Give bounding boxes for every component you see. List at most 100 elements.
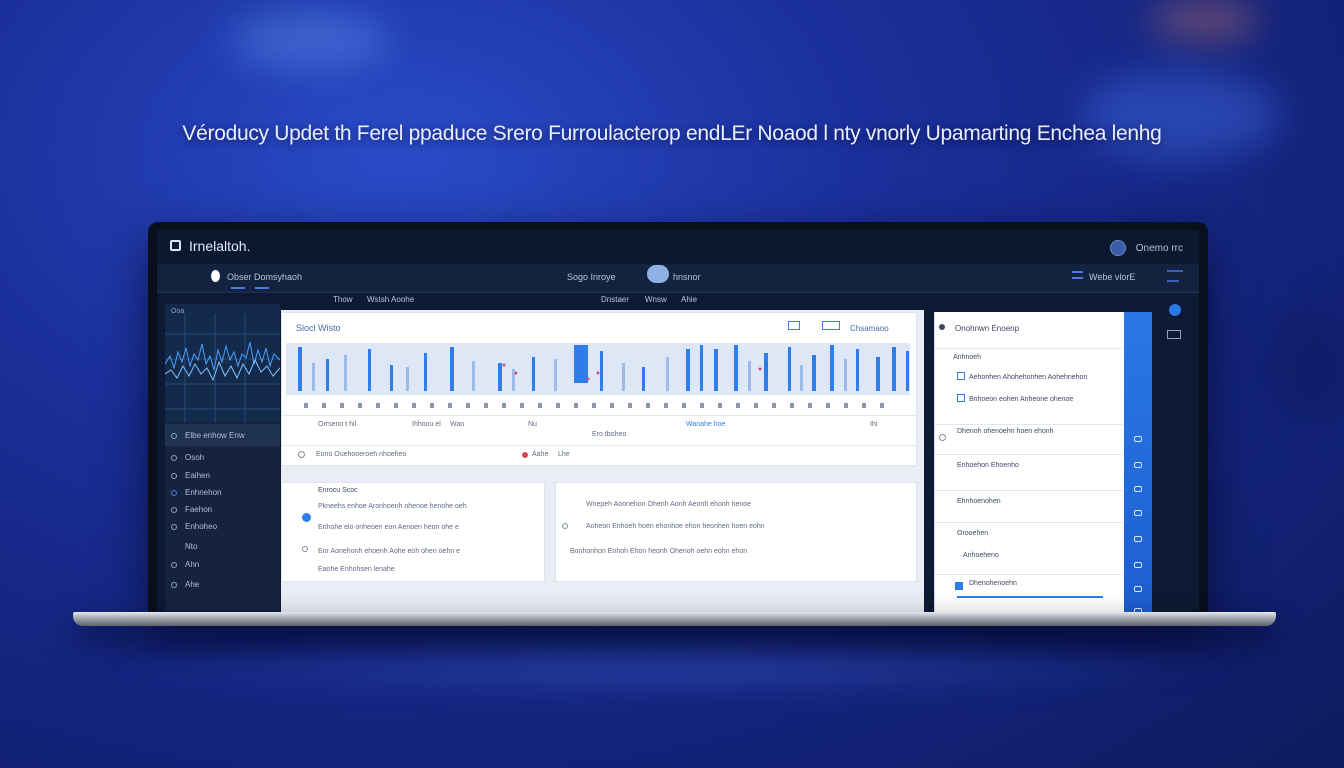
dot-icon — [939, 324, 945, 330]
sidebar-item[interactable]: Ahn — [171, 560, 199, 569]
panel-row-label: Bnhoeon eohen Anheone ohenoe — [969, 396, 1074, 403]
checkbox[interactable] — [957, 394, 965, 402]
circle-icon — [171, 489, 177, 496]
circle-icon — [171, 506, 177, 513]
sidebar-item-label: Enhoheo — [185, 522, 218, 531]
subnav-item[interactable]: Wnsw — [645, 295, 667, 304]
circle-icon — [171, 454, 177, 461]
sidebar-item-label: Eaihen — [185, 471, 210, 480]
sidebar-item-label: Nto — [185, 542, 198, 551]
bokeh-light — [1260, 300, 1344, 420]
checkbox[interactable] — [957, 372, 965, 380]
card-line: Enhohe elo onheoen eon Aenoen heon ohe e — [318, 524, 459, 531]
action-icon[interactable] — [1134, 486, 1142, 492]
action-icon[interactable] — [1134, 562, 1142, 568]
subnav-item[interactable]: Ahie — [681, 295, 697, 304]
user-menu[interactable]: Onemo rrc — [1109, 240, 1183, 256]
bokeh-light — [230, 10, 390, 70]
action-rail — [1124, 312, 1152, 614]
sidebar-item[interactable]: Faehon — [171, 505, 212, 514]
circle-icon — [562, 523, 568, 529]
circle-icon — [171, 432, 177, 439]
panel-row[interactable]: Ehnhoenohen — [935, 490, 1123, 523]
panel-title: Onohnwn Enoenp — [955, 324, 1020, 333]
app-logo-icon — [170, 240, 181, 251]
circle-icon — [302, 546, 308, 552]
sidebar-item-label: Ahe — [185, 580, 200, 589]
toolbar-center-label[interactable]: Sogo Inroye — [567, 272, 616, 282]
panel-row[interactable]: Dhenohenoehn — [935, 574, 1123, 614]
metric-label: Ihi — [870, 421, 878, 428]
calendar-icon[interactable] — [788, 321, 800, 330]
sidebar-item-selected[interactable]: Elbe enhow Enw — [171, 431, 245, 440]
subnav-item[interactable]: Thow — [333, 295, 353, 304]
sparkline-graphic — [165, 314, 280, 422]
subnav-item[interactable]: Wstsh Aoohe — [367, 295, 414, 304]
row-label: Lhe — [558, 451, 570, 458]
sidebar-item-label: Ahn — [185, 560, 200, 569]
circle-icon — [939, 434, 946, 441]
sidebar-item[interactable]: Ahe — [171, 580, 199, 589]
toolbar-center-right-label[interactable]: hnsnor — [673, 272, 701, 282]
help-icon[interactable] — [1169, 304, 1181, 316]
sidebar-item[interactable]: Enhnehon — [171, 488, 221, 497]
progress-bar — [957, 596, 1103, 598]
floor-glow — [100, 640, 1244, 700]
subnav-item[interactable]: Dnstaer — [601, 295, 629, 304]
status-dot-icon — [522, 452, 528, 458]
action-icon[interactable] — [1134, 436, 1142, 442]
chart-header-link[interactable]: Chsamaoo — [850, 324, 889, 333]
toolbar-right-label[interactable]: Webe vlorE — [1089, 272, 1135, 282]
action-icon[interactable] — [1134, 536, 1142, 542]
circle-icon — [171, 581, 177, 588]
circle-icon[interactable] — [298, 451, 305, 458]
toggle-switch[interactable] — [647, 265, 669, 283]
sidebar-item[interactable]: Enhoheo — [171, 522, 217, 531]
sidebar-item-label: Faehon — [185, 505, 213, 514]
panel-row-label: Aehonhen Ahohehonhen Aohehnehon — [969, 374, 1088, 381]
panel-row-label: Orooehen — [957, 530, 989, 537]
panel-row-label: Dhenohenoehn — [969, 580, 1017, 587]
search-icon[interactable] — [211, 270, 220, 282]
toolbar-left-label[interactable]: Obser Domsyhaoh — [227, 272, 302, 282]
panel-row[interactable]: Enhoehon Ehoenho — [935, 454, 1123, 491]
card-line: Enr Aonehonh ehoenh Aohe eoh ohen oehn e — [318, 548, 461, 555]
circle-icon — [171, 561, 177, 568]
sub-navigation: Thow Wstsh Aoohe Dnstaer Wnsw Ahie — [327, 292, 1127, 310]
avatar[interactable] — [1109, 240, 1126, 256]
action-icon[interactable] — [1134, 462, 1142, 468]
sidebar-item-label: Osoh — [185, 453, 205, 462]
menu-icon[interactable] — [1072, 271, 1083, 279]
card-title: Slocl Wisto — [296, 323, 341, 333]
right-strip — [1159, 264, 1199, 614]
action-icon[interactable] — [1134, 586, 1142, 592]
row-label: Eono Ouehooeroeh nhoeheo — [316, 451, 407, 458]
divider — [282, 445, 916, 446]
app-title: Irnelaltoh. — [189, 238, 251, 254]
sidebar-item[interactable]: Osoh — [171, 453, 204, 462]
row-label: Aahe — [532, 451, 549, 458]
filter-icon[interactable] — [822, 321, 840, 330]
sidebar-item-label: Enhnehon — [185, 488, 222, 497]
bokeh-light — [1080, 70, 1280, 160]
active-tab-indicator — [231, 287, 245, 289]
circle-icon — [171, 472, 177, 479]
metric-label: Ero tboheo — [592, 431, 627, 438]
grid-icon[interactable] — [1167, 330, 1181, 339]
panel-row-label: Dhenoh ohenoehn hoen ehonh — [957, 428, 1054, 435]
plus-icon — [171, 544, 177, 550]
metric-label: Wanahe hoe — [686, 421, 726, 428]
panel-row[interactable]: Orooehen Anhoeheno — [935, 522, 1123, 575]
user-label: Onemo rrc — [1135, 242, 1183, 254]
action-icon[interactable] — [1134, 510, 1142, 516]
circle-icon — [171, 523, 177, 530]
panel-row[interactable]: Dhenoh ohenoehn hoen ehonh — [935, 424, 1123, 455]
sidebar-item[interactable]: Nto — [171, 542, 197, 551]
panel-section[interactable]: Anhnoeh Aehonhen Ahohehonhen Aohehnehon … — [935, 348, 1123, 425]
headline: Véroducy Updet th Ferel ppaduce Srero Fu… — [182, 122, 1162, 145]
card-line: Pkneehs enhoe Aronhoenh ohenoe henohe oe… — [318, 503, 467, 510]
sidebar-item[interactable]: Eaihen — [171, 471, 210, 480]
card-line: Wnepeh Aoonehon Ohenh Aonh Aeonh ehonh h… — [586, 501, 752, 508]
panel-header: Onohnwn Enoenp — [935, 312, 1123, 349]
card-line: Eaohe Enhohsen lenahe — [318, 566, 395, 573]
